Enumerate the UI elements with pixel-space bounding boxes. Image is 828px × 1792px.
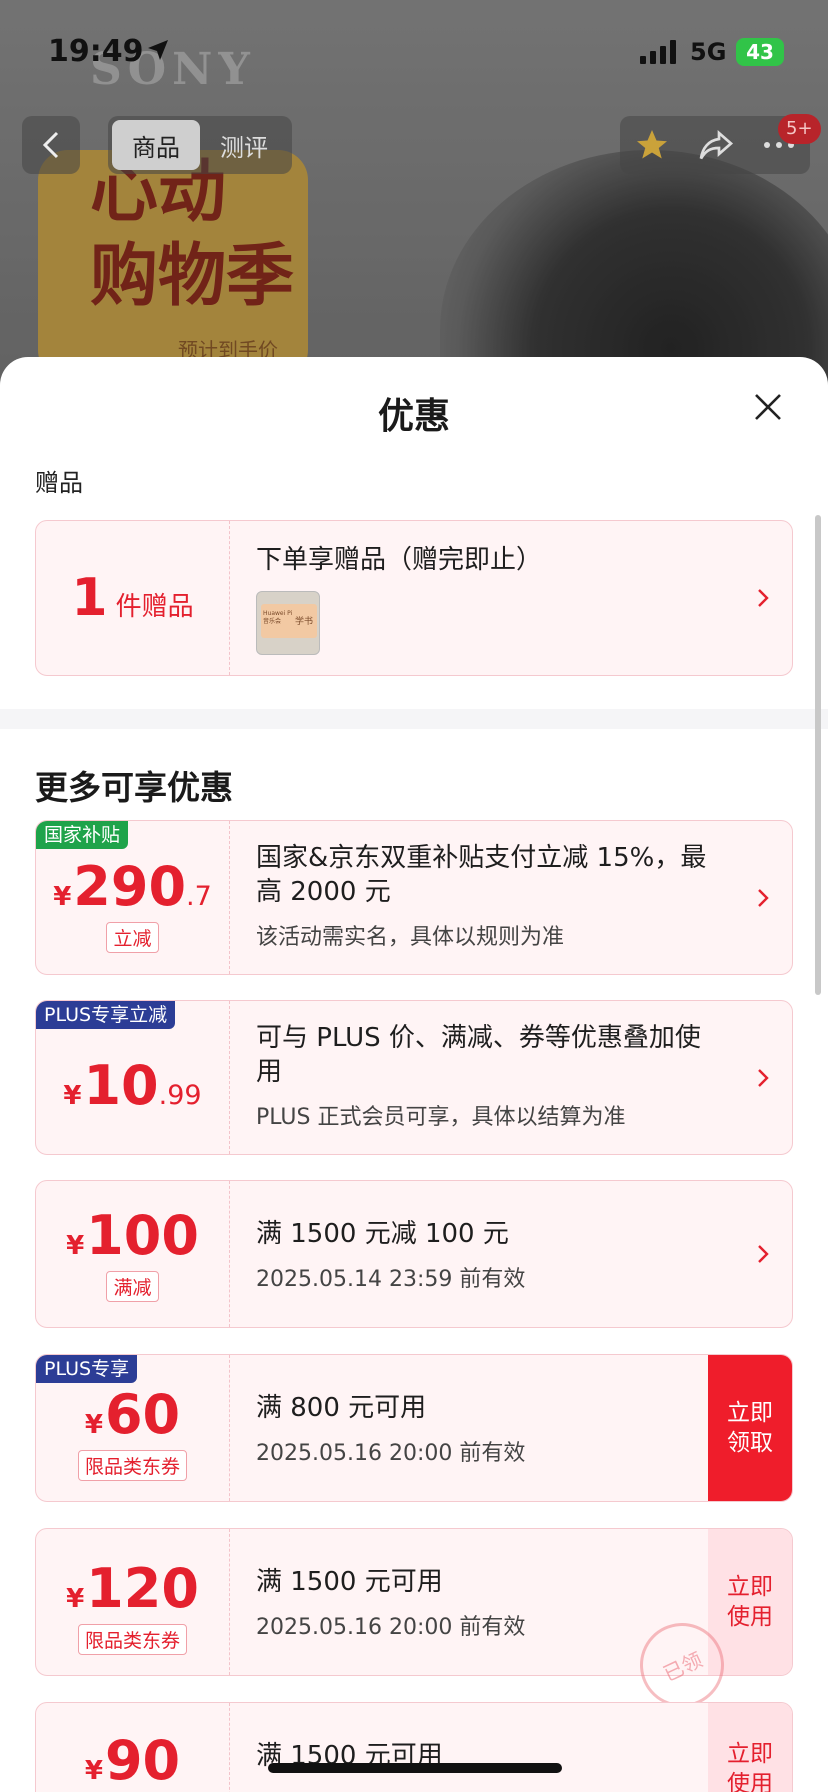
offer-title: 可与 PLUS 价、满减、券等优惠叠加使用 bbox=[256, 1023, 701, 1087]
network-label: 5G bbox=[690, 38, 727, 66]
use-coupon-button[interactable]: 立即 使用 bbox=[708, 1703, 792, 1792]
offer-desc: 2025.05.14 23:59 前有效 bbox=[256, 1267, 526, 1292]
offer-tag: 国家补贴 bbox=[36, 821, 129, 849]
offer-title: 满 1500 元可用 bbox=[256, 1567, 443, 1597]
close-button[interactable] bbox=[748, 387, 788, 427]
favorite-star-icon[interactable] bbox=[634, 127, 670, 163]
scrollbar[interactable] bbox=[815, 515, 821, 995]
cart-count-badge: 5+ bbox=[778, 114, 821, 144]
gift-count-unit: 件赠品 bbox=[115, 592, 194, 622]
offer-amount: ¥60 bbox=[84, 1382, 181, 1446]
offer-type-badge: 限品类东券 bbox=[77, 1623, 187, 1655]
status-time: 19:49 bbox=[48, 34, 144, 69]
offers-sheet: 优惠 赠品 1 件赠品 下单享赠品（赠完即止） Huawei Pi 音乐会 学书… bbox=[0, 357, 828, 1792]
chevron-right-icon bbox=[758, 888, 769, 907]
offer-tag: PLUS专享 bbox=[36, 1355, 138, 1383]
sheet-title: 优惠 bbox=[377, 396, 450, 437]
product-tabs: 商品 测评 bbox=[108, 116, 292, 174]
offer-type-badge: 限品类东券 bbox=[77, 1449, 187, 1481]
tab-review[interactable]: 测评 bbox=[200, 120, 288, 170]
more-offers-heading: 更多可享优惠 bbox=[35, 768, 233, 807]
signal-icon bbox=[640, 40, 676, 64]
chevron-right-icon bbox=[758, 1068, 769, 1087]
offer-tag: PLUS专享立减 bbox=[36, 1001, 176, 1029]
offer-card[interactable]: ¥10.99 PLUS专享立减 可与 PLUS 价、满减、券等优惠叠加使用 PL… bbox=[35, 1000, 793, 1155]
offer-amount: ¥290.7 bbox=[53, 855, 212, 918]
chevron-right-icon bbox=[758, 589, 769, 607]
chevron-right-icon bbox=[758, 1245, 769, 1263]
coupon-card[interactable]: ¥90 满 1500 元可用 立即 使用 bbox=[35, 1702, 793, 1792]
location-arrow-icon bbox=[148, 40, 168, 60]
offer-amount: ¥90 bbox=[84, 1729, 181, 1792]
gift-count: 1 bbox=[71, 568, 108, 628]
offer-amount: ¥100 bbox=[66, 1203, 199, 1267]
gift-section-label: 赠品 bbox=[35, 469, 83, 497]
offer-card[interactable]: ¥100 满减 满 1500 元减 100 元 2025.05.14 23:59… bbox=[35, 1180, 793, 1328]
gift-card[interactable]: 1 件赠品 下单享赠品（赠完即止） Huawei Pi 音乐会 学书 bbox=[35, 520, 793, 676]
offer-title: 满 800 元可用 bbox=[256, 1393, 427, 1423]
offer-desc: 2025.05.16 20:00 前有效 bbox=[256, 1441, 526, 1466]
offer-type-badge: 满减 bbox=[106, 1270, 159, 1302]
gift-title: 下单享赠品（赠完即止） bbox=[256, 545, 543, 575]
offer-amount: ¥120 bbox=[66, 1556, 199, 1620]
home-indicator[interactable] bbox=[268, 1763, 562, 1773]
offer-card[interactable]: ¥290.7 立减 国家补贴 国家&京东双重补贴支付立减 15%，最高 2000… bbox=[35, 820, 793, 975]
offer-title: 国家&京东双重补贴支付立减 15%，最高 2000 元 bbox=[256, 843, 707, 907]
status-bar: 19:49 5G 43 bbox=[0, 0, 828, 100]
back-button[interactable] bbox=[22, 116, 80, 174]
offer-desc: 该活动需实名，具体以规则为准 bbox=[256, 925, 565, 950]
close-icon bbox=[755, 394, 781, 420]
claim-coupon-button[interactable]: 立即 领取 bbox=[708, 1355, 792, 1501]
offer-desc: 2025.05.16 20:00 前有效 bbox=[256, 1615, 526, 1640]
tab-product[interactable]: 商品 bbox=[112, 120, 200, 170]
coupon-card[interactable]: ¥60 限品类东券 PLUS专享 满 800 元可用 2025.05.16 20… bbox=[35, 1354, 793, 1502]
offer-desc: PLUS 正式会员可享，具体以结算为准 bbox=[256, 1105, 626, 1130]
chevron-left-icon bbox=[42, 131, 59, 159]
gift-thumbnail: Huawei Pi 音乐会 学书 bbox=[256, 591, 320, 655]
share-icon[interactable] bbox=[698, 127, 734, 163]
offer-amount: ¥10.99 bbox=[63, 1053, 202, 1117]
battery-icon: 43 bbox=[736, 38, 784, 66]
offer-type-badge: 立减 bbox=[106, 922, 159, 953]
offer-title: 满 1500 元减 100 元 bbox=[256, 1219, 509, 1249]
